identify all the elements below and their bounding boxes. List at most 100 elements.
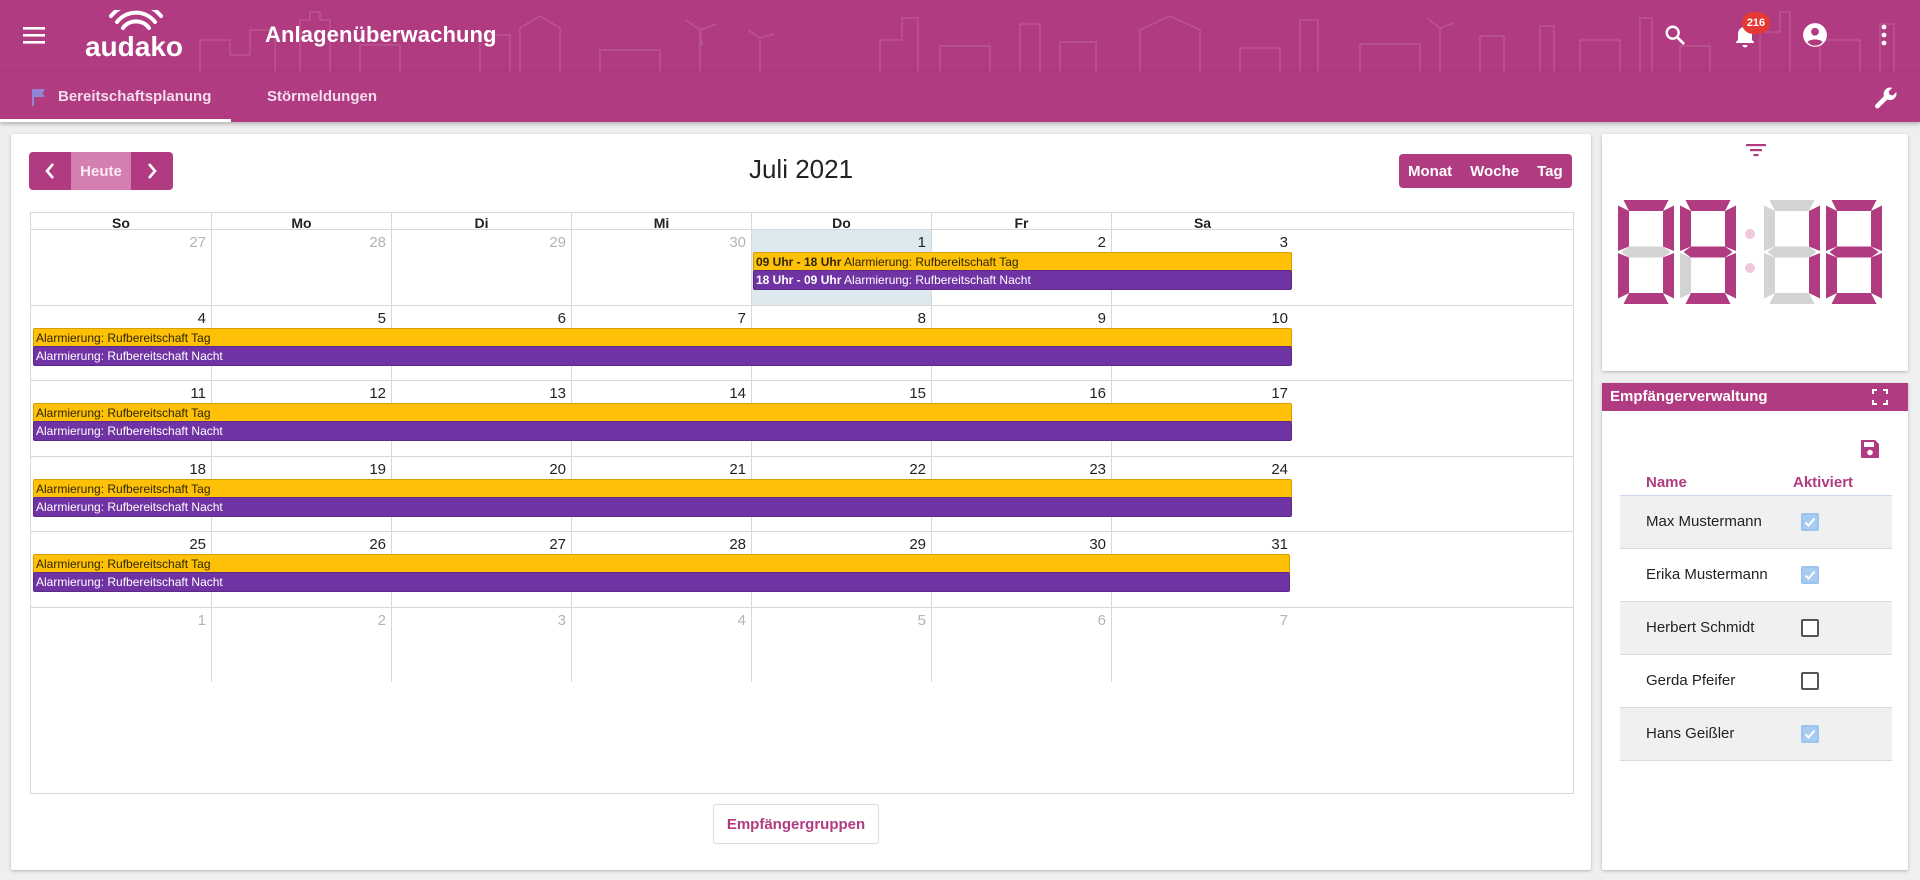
day-number[interactable]: 12 bbox=[369, 385, 386, 402]
app-title: Anlagenüberwachung bbox=[265, 22, 497, 47]
clock-digit-segment bbox=[1618, 253, 1629, 299]
day-number[interactable]: 4 bbox=[198, 310, 206, 327]
activated-checkbox[interactable] bbox=[1801, 725, 1819, 743]
day-number[interactable]: 2 bbox=[378, 612, 386, 629]
event-night-shift[interactable]: Alarmierung: Rufbereitschaft Nacht bbox=[33, 572, 1290, 592]
day-cell[interactable]: 3 bbox=[391, 607, 571, 682]
day-number[interactable]: 19 bbox=[369, 461, 386, 478]
view-month-button[interactable]: Monat bbox=[1399, 154, 1462, 188]
week-row: 4 5 6 7 8 9 10 Alarmierung: Rufbereitschaft Tag… bbox=[31, 304, 1573, 380]
event-night-shift[interactable]: 18 Uhr - 09 Uhr Alarmierung: Rufbereitsc… bbox=[753, 270, 1292, 290]
day-number[interactable]: 30 bbox=[1089, 536, 1106, 553]
day-number[interactable]: 3 bbox=[558, 612, 566, 629]
day-number[interactable]: 26 bbox=[369, 536, 386, 553]
day-number[interactable]: 2 bbox=[1098, 234, 1106, 251]
day-number[interactable]: 16 bbox=[1089, 385, 1106, 402]
day-number[interactable]: 6 bbox=[1098, 612, 1106, 629]
day-number[interactable]: 22 bbox=[909, 461, 926, 478]
day-cell[interactable]: 27 bbox=[31, 230, 211, 305]
tab-bereitschaftsplanung[interactable]: Bereitschaftsplanung bbox=[0, 72, 231, 122]
day-number[interactable]: 21 bbox=[729, 461, 746, 478]
day-number[interactable]: 6 bbox=[558, 310, 566, 327]
recipient-row: Hans Geißler bbox=[1620, 708, 1892, 761]
view-day-button[interactable]: Tag bbox=[1528, 154, 1572, 188]
day-cell[interactable]: 28 bbox=[211, 230, 391, 305]
day-number[interactable]: 25 bbox=[189, 536, 206, 553]
day-number[interactable]: 24 bbox=[1271, 461, 1288, 478]
day-number[interactable]: 14 bbox=[729, 385, 746, 402]
day-number[interactable]: 1 bbox=[918, 234, 926, 251]
day-cell[interactable]: 1 bbox=[31, 608, 211, 683]
day-number[interactable]: 17 bbox=[1271, 385, 1288, 402]
save-icon[interactable] bbox=[1858, 437, 1882, 461]
day-number[interactable]: 13 bbox=[549, 385, 566, 402]
event-day-shift[interactable]: Alarmierung: Rufbereitschaft Tag bbox=[33, 554, 1290, 574]
day-number[interactable]: 5 bbox=[918, 612, 926, 629]
event-night-shift[interactable]: Alarmierung: Rufbereitschaft Nacht bbox=[33, 421, 1292, 441]
event-day-shift[interactable]: Alarmierung: Rufbereitschaft Tag bbox=[33, 403, 1292, 423]
active-tab-indicator bbox=[0, 119, 231, 122]
day-cell[interactable]: 4 bbox=[571, 607, 751, 682]
day-number[interactable]: 1 bbox=[198, 612, 206, 629]
activated-checkbox[interactable] bbox=[1801, 619, 1819, 637]
day-number[interactable]: 5 bbox=[378, 310, 386, 327]
tab-stoermeldungen[interactable]: Störmeldungen bbox=[267, 72, 397, 122]
day-number[interactable]: 29 bbox=[549, 234, 566, 251]
activated-checkbox[interactable] bbox=[1801, 672, 1819, 690]
view-week-button[interactable]: Woche bbox=[1461, 154, 1529, 188]
app-header: audako Anlagenüberwachung 216 bbox=[0, 0, 1920, 72]
recipients-card: Empfängerverwaltung Name Aktiviert Max M… bbox=[1602, 383, 1908, 870]
day-number[interactable]: 28 bbox=[369, 234, 386, 251]
clock-digit-segment bbox=[1725, 253, 1736, 299]
day-number[interactable]: 30 bbox=[729, 234, 746, 251]
activated-checkbox[interactable] bbox=[1801, 566, 1819, 584]
fullscreen-icon[interactable] bbox=[1870, 387, 1890, 407]
wrench-icon[interactable] bbox=[1872, 84, 1900, 112]
clock-digit-segment bbox=[1829, 246, 1879, 258]
day-number[interactable]: 20 bbox=[549, 461, 566, 478]
day-number[interactable]: 28 bbox=[729, 536, 746, 553]
event-label: Alarmierung: Rufbereitschaft Nacht bbox=[36, 424, 223, 438]
day-number[interactable]: 8 bbox=[918, 310, 926, 327]
day-cell[interactable]: 30 bbox=[571, 230, 751, 305]
menu-icon[interactable] bbox=[20, 18, 50, 52]
more-vert-icon[interactable] bbox=[1874, 20, 1894, 50]
view-switcher: Monat Woche Tag bbox=[1399, 154, 1572, 188]
day-cell[interactable]: 6 bbox=[931, 607, 1111, 682]
event-day-shift[interactable]: Alarmierung: Rufbereitschaft Tag bbox=[33, 327, 1292, 348]
event-night-shift[interactable]: Alarmierung: Rufbereitschaft Nacht bbox=[33, 496, 1292, 517]
day-cell[interactable]: 5 bbox=[751, 607, 931, 682]
tab-label: Bereitschaftsplanung bbox=[58, 88, 212, 105]
day-number[interactable]: 10 bbox=[1271, 310, 1288, 327]
account-icon[interactable] bbox=[1800, 20, 1830, 50]
day-number[interactable]: 9 bbox=[1098, 310, 1106, 327]
recipient-groups-button[interactable]: Empfängergruppen bbox=[713, 804, 879, 844]
day-number[interactable]: 31 bbox=[1271, 536, 1288, 553]
recipient-name: Max Mustermann bbox=[1646, 513, 1762, 530]
day-number[interactable]: 11 bbox=[190, 385, 206, 402]
recipient-row: Gerda Pfeifer bbox=[1620, 655, 1892, 708]
day-cell[interactable]: 7 bbox=[1111, 607, 1293, 682]
search-icon[interactable] bbox=[1660, 20, 1690, 50]
day-cell[interactable]: 29 bbox=[391, 230, 571, 305]
event-night-shift[interactable]: Alarmierung: Rufbereitschaft Nacht bbox=[33, 345, 1292, 366]
day-number[interactable]: 18 bbox=[189, 461, 206, 478]
day-number[interactable]: 7 bbox=[1280, 612, 1288, 629]
event-day-shift[interactable]: Alarmierung: Rufbereitschaft Tag bbox=[33, 478, 1292, 499]
filter-icon[interactable] bbox=[1744, 138, 1768, 162]
day-cell[interactable]: 2 bbox=[211, 607, 391, 682]
clock-digit-segment bbox=[1680, 253, 1691, 299]
day-number[interactable]: 27 bbox=[549, 536, 566, 553]
clock-digit-segment bbox=[1683, 246, 1733, 258]
activated-checkbox[interactable] bbox=[1801, 513, 1819, 531]
day-number[interactable]: 15 bbox=[909, 385, 926, 402]
day-number[interactable]: 7 bbox=[738, 310, 746, 327]
day-number[interactable]: 27 bbox=[189, 234, 206, 251]
event-day-shift[interactable]: 09 Uhr - 18 Uhr Alarmierung: Rufbereitsc… bbox=[753, 252, 1292, 272]
day-number[interactable]: 23 bbox=[1089, 461, 1106, 478]
day-number[interactable]: 3 bbox=[1280, 234, 1288, 251]
day-number[interactable]: 29 bbox=[909, 536, 926, 553]
clock-digit-segment bbox=[1680, 205, 1691, 251]
day-number[interactable]: 4 bbox=[738, 612, 746, 629]
clock-colon-dot bbox=[1745, 229, 1755, 239]
